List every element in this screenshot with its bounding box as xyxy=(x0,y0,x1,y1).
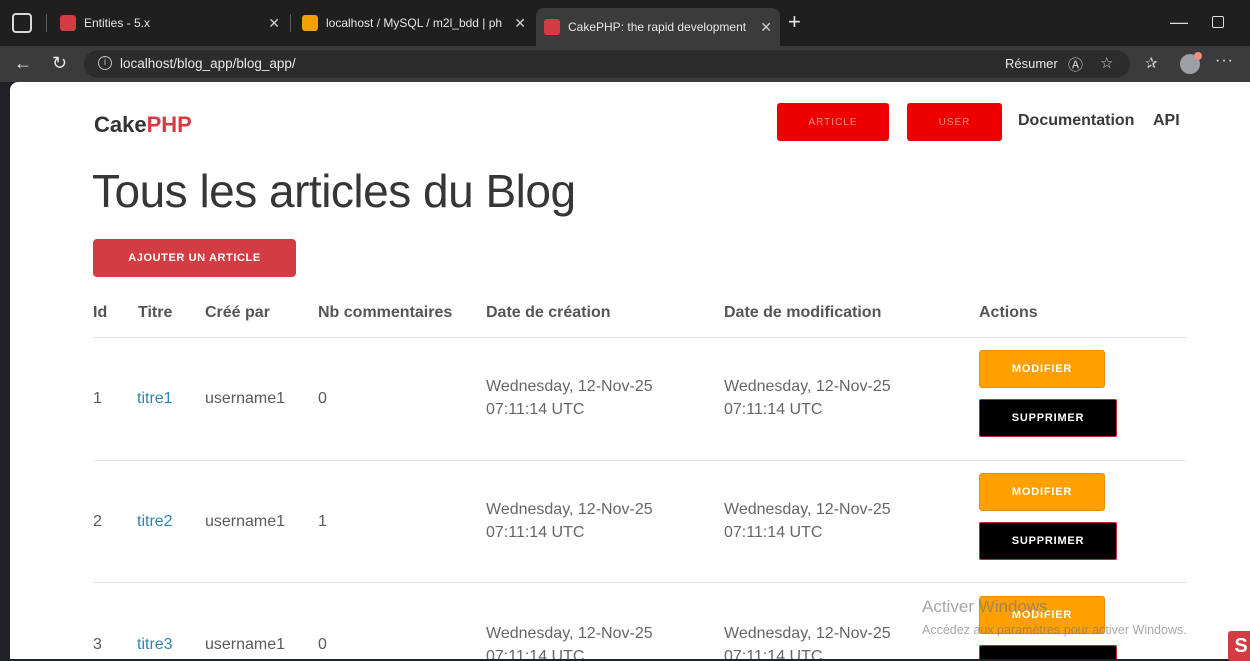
page-content: CakePHP ARTICLE USER Documentation API T… xyxy=(10,82,1250,659)
column-header-date-creation: Date de création xyxy=(486,304,611,321)
tab-separator xyxy=(290,14,291,32)
column-header-titre: Titre xyxy=(138,304,173,321)
info-icon[interactable]: i xyxy=(98,56,112,70)
url-text[interactable]: localhost/blog_app/blog_app/ xyxy=(120,56,296,71)
add-article-button[interactable]: AJOUTER UN ARTICLE xyxy=(93,239,296,277)
cell-comment-count: 0 xyxy=(318,390,327,407)
nav-api-link[interactable]: API xyxy=(1153,112,1180,130)
tab-title: localhost / MySQL / m2l_bdd | ph xyxy=(326,16,503,30)
brand-suffix: PHP xyxy=(146,112,192,137)
nav-article-button[interactable]: ARTICLE xyxy=(777,103,889,141)
date-line: Wednesday, 12-Nov-25 xyxy=(724,378,891,395)
date-line: Wednesday, 12-Nov-25 xyxy=(486,625,653,642)
windows-activation-subtitle: Accédez aux paramètres pour activer Wind… xyxy=(922,623,1187,637)
cell-comment-count: 0 xyxy=(318,636,327,653)
back-icon[interactable]: ← xyxy=(14,52,32,74)
modifier-button[interactable]: MODIFIER xyxy=(979,473,1105,511)
column-header-date-modification: Date de modification xyxy=(724,304,882,321)
restore-icon[interactable] xyxy=(1212,16,1224,28)
app-corner-icon[interactable]: S xyxy=(1228,631,1250,661)
close-icon[interactable]: ✕ xyxy=(514,15,526,31)
page-title: Tous les articles du Blog xyxy=(92,165,576,217)
time-line: 07:11:14 UTC xyxy=(486,648,585,659)
table-divider xyxy=(93,582,1187,583)
cell-author: username1 xyxy=(205,390,286,407)
article-title-link[interactable]: titre2 xyxy=(137,513,173,531)
cell-comment-count: 1 xyxy=(318,513,327,530)
date-line: Wednesday, 12-Nov-25 xyxy=(724,625,891,642)
phpmyadmin-favicon-icon xyxy=(302,15,318,31)
time-line: 07:11:14 UTC xyxy=(724,648,823,659)
browser-tab-bar: Entities - 5.x ✕ localhost / MySQL / m2l… xyxy=(0,0,1250,46)
supprimer-button[interactable]: SUPPRIMER xyxy=(979,399,1117,437)
cell-date-creation: Wednesday, 12-Nov-25 07:11:14 UTC xyxy=(486,498,653,544)
close-icon[interactable]: ✕ xyxy=(268,15,280,31)
minimize-icon[interactable]: — xyxy=(1170,12,1188,33)
column-header-actions: Actions xyxy=(979,304,1038,321)
date-line: Wednesday, 12-Nov-25 xyxy=(724,501,891,518)
time-line: 07:11:14 UTC xyxy=(486,401,585,418)
cell-author: username1 xyxy=(205,513,286,530)
cell-id: 1 xyxy=(93,390,102,407)
cell-date-modification: Wednesday, 12-Nov-25 07:11:14 UTC xyxy=(724,622,891,659)
tab-separator xyxy=(46,14,47,32)
date-line: Wednesday, 12-Nov-25 xyxy=(486,378,653,395)
more-icon[interactable]: ··· xyxy=(1215,52,1234,70)
time-line: 07:11:14 UTC xyxy=(724,524,823,541)
cell-author: username1 xyxy=(205,636,286,653)
date-line: Wednesday, 12-Nov-25 xyxy=(486,501,653,518)
tab-cakephp[interactable]: CakePHP: the rapid development ✕ xyxy=(536,8,780,46)
read-aloud-icon[interactable]: Ⓐ xyxy=(1068,54,1083,75)
cell-date-modification: Wednesday, 12-Nov-25 07:11:14 UTC xyxy=(724,498,891,544)
supprimer-button[interactable]: SUPPRIMER xyxy=(979,522,1117,560)
article-title-link[interactable]: titre1 xyxy=(137,390,173,408)
address-bar: ← ↻ i localhost/blog_app/blog_app/ Résum… xyxy=(0,46,1250,82)
modifier-button[interactable]: MODIFIER xyxy=(979,350,1105,388)
close-icon[interactable]: ✕ xyxy=(760,19,772,35)
profile-avatar[interactable] xyxy=(1180,52,1202,74)
tab-entities[interactable]: Entities - 5.x ✕ xyxy=(52,8,288,38)
new-tab-icon[interactable]: + xyxy=(788,10,801,34)
brand-logo[interactable]: CakePHP xyxy=(94,112,192,138)
table-divider xyxy=(93,337,1187,338)
favorites-list-icon[interactable]: ✰ xyxy=(1145,54,1158,72)
cell-id: 3 xyxy=(93,636,102,653)
nav-documentation-link[interactable]: Documentation xyxy=(1018,112,1134,130)
article-title-link[interactable]: titre3 xyxy=(137,636,173,654)
refresh-icon[interactable]: ↻ xyxy=(52,52,67,74)
windows-activation-title: Activer Windows xyxy=(922,597,1048,616)
cell-date-creation: Wednesday, 12-Nov-25 07:11:14 UTC xyxy=(486,622,653,659)
column-header-cree-par: Créé par xyxy=(205,304,270,321)
time-line: 07:11:14 UTC xyxy=(486,524,585,541)
nav-user-button[interactable]: USER xyxy=(907,103,1002,141)
favorite-icon[interactable]: ☆ xyxy=(1100,54,1113,72)
cell-id: 2 xyxy=(93,513,102,530)
brand-prefix: Cake xyxy=(94,112,147,137)
time-line: 07:11:14 UTC xyxy=(724,401,823,418)
column-header-id: Id xyxy=(93,304,108,321)
tab-actions-icon[interactable] xyxy=(12,13,32,33)
column-header-nb-commentaires: Nb commentaires xyxy=(318,304,453,321)
tab-title: CakePHP: the rapid development xyxy=(568,20,747,34)
resume-button[interactable]: Résumer xyxy=(1005,56,1058,71)
supprimer-button[interactable]: SUPPRIMER xyxy=(979,645,1117,659)
tab-phpmyadmin[interactable]: localhost / MySQL / m2l_bdd | ph ✕ xyxy=(294,8,534,38)
cakephp-favicon-icon xyxy=(544,19,560,35)
cakephp-favicon-icon xyxy=(60,15,76,31)
cell-date-creation: Wednesday, 12-Nov-25 07:11:14 UTC xyxy=(486,375,653,421)
tab-title: Entities - 5.x xyxy=(84,16,151,30)
table-divider xyxy=(93,460,1187,461)
cell-date-modification: Wednesday, 12-Nov-25 07:11:14 UTC xyxy=(724,375,891,421)
